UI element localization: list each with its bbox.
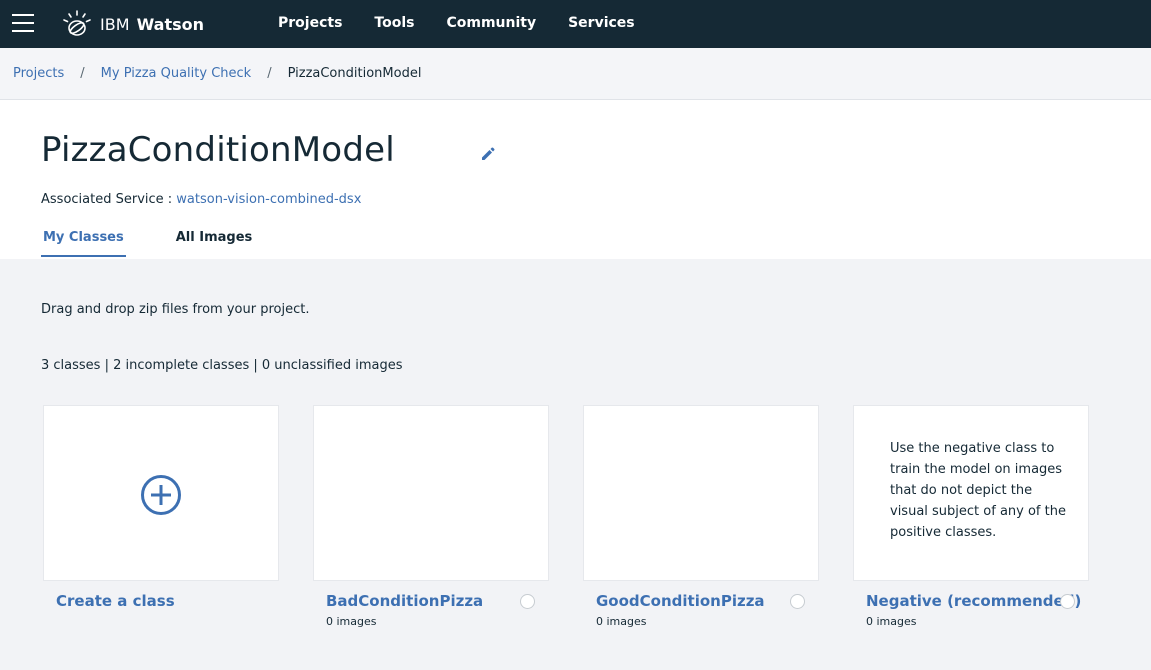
class-name-bad-condition[interactable]: BadConditionPizza	[326, 592, 483, 610]
breadcrumb-separator: /	[267, 66, 272, 81]
negative-class-description: Use the negative class to train the mode…	[890, 441, 1066, 540]
edit-pencil-icon[interactable]	[478, 144, 498, 164]
class-card-negative[interactable]: Use the negative class to train the mode…	[853, 405, 1089, 581]
brand-ibm: IBM	[100, 14, 130, 34]
tab-bar: My Classes All Images	[41, 228, 254, 257]
tab-my-classes[interactable]: My Classes	[41, 228, 126, 257]
brand-watson: Watson	[136, 14, 205, 34]
associated-service: Associated Service : watson-vision-combi…	[41, 192, 361, 207]
plus-circle-icon[interactable]	[140, 474, 182, 516]
drop-hint: Drag and drop zip files from your projec…	[41, 302, 310, 317]
radio-icon[interactable]	[520, 594, 535, 609]
tab-all-images[interactable]: All Images	[174, 228, 255, 257]
model-header: PizzaConditionModel Associated Service :…	[0, 100, 1151, 259]
breadcrumb-project[interactable]: My Pizza Quality Check	[101, 66, 252, 81]
radio-icon[interactable]	[1060, 594, 1075, 609]
breadcrumb-current: PizzaConditionModel	[287, 66, 422, 81]
top-nav: Projects Tools Community Services	[278, 15, 667, 31]
breadcrumb-projects[interactable]: Projects	[13, 66, 64, 81]
watson-logo-icon	[63, 10, 91, 36]
class-count-bad-condition: 0 images	[326, 615, 377, 628]
ibm-watson-logo[interactable]: IBM Watson	[62, 10, 204, 38]
class-card-good-condition[interactable]	[583, 405, 819, 581]
breadcrumb: Projects / My Pizza Quality Check / Pizz…	[13, 66, 421, 81]
class-name-negative[interactable]: Negative (recommended)	[866, 592, 1081, 610]
nav-services[interactable]: Services	[568, 15, 635, 31]
nav-projects[interactable]: Projects	[278, 15, 342, 31]
class-count-negative: 0 images	[866, 615, 917, 628]
breadcrumb-bar: Projects / My Pizza Quality Check / Pizz…	[0, 48, 1151, 100]
class-card-bad-condition[interactable]	[313, 405, 549, 581]
top-nav-bar: IBM Watson Projects Tools Community Serv…	[0, 0, 1151, 48]
nav-community[interactable]: Community	[446, 15, 536, 31]
class-counts: 3 classes | 2 incomplete classes | 0 unc…	[41, 358, 403, 373]
breadcrumb-separator: /	[80, 66, 85, 81]
create-class-card[interactable]	[43, 405, 279, 581]
class-count-good-condition: 0 images	[596, 615, 647, 628]
radio-icon[interactable]	[790, 594, 805, 609]
service-label: Associated Service :	[41, 192, 177, 207]
hamburger-menu-icon[interactable]	[12, 14, 34, 34]
create-class-link[interactable]: Create a class	[56, 592, 175, 610]
service-link[interactable]: watson-vision-combined-dsx	[176, 192, 361, 207]
nav-tools[interactable]: Tools	[374, 15, 414, 31]
page-title: PizzaConditionModel	[41, 130, 395, 170]
class-name-good-condition[interactable]: GoodConditionPizza	[596, 592, 765, 610]
